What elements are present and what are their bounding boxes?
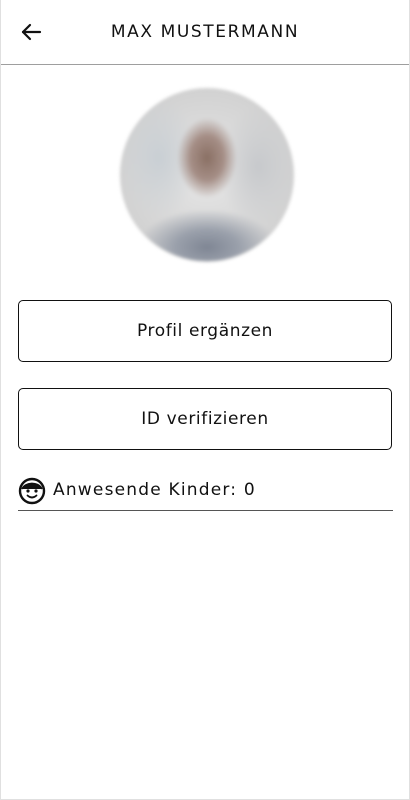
- page-title: MAX MUSTERMANN: [110, 22, 300, 42]
- children-present-row: Anwesende Kinder: 0: [18, 476, 393, 511]
- children-count-label: Anwesende Kinder: 0: [53, 480, 256, 500]
- child-face-icon: [18, 477, 46, 505]
- profile-screen: MAX MUSTERMANN Profil ergänzen ID verifi…: [0, 0, 410, 800]
- app-header: MAX MUSTERMANN: [1, 0, 409, 65]
- complete-profile-button[interactable]: Profil ergänzen: [18, 300, 392, 362]
- verify-id-button[interactable]: ID verifizieren: [18, 388, 392, 450]
- avatar[interactable]: [120, 88, 294, 262]
